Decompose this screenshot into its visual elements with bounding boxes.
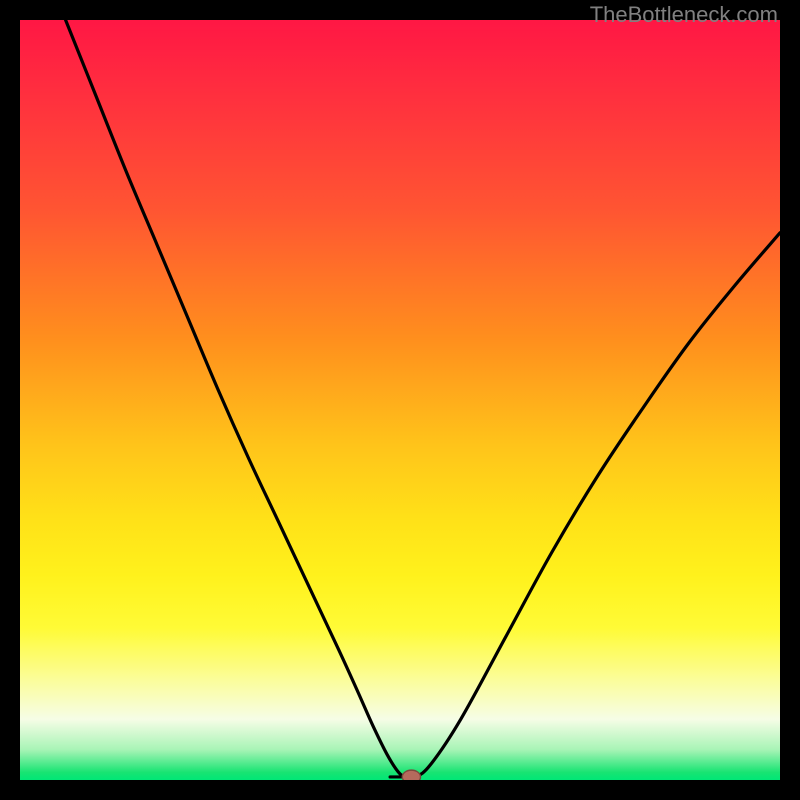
plot-area	[20, 20, 780, 780]
optimum-marker	[402, 770, 420, 780]
curve-svg	[20, 20, 780, 780]
attribution-text: TheBottleneck.com	[590, 2, 778, 28]
bottleneck-curve	[66, 20, 780, 778]
chart-frame: TheBottleneck.com	[0, 0, 800, 800]
